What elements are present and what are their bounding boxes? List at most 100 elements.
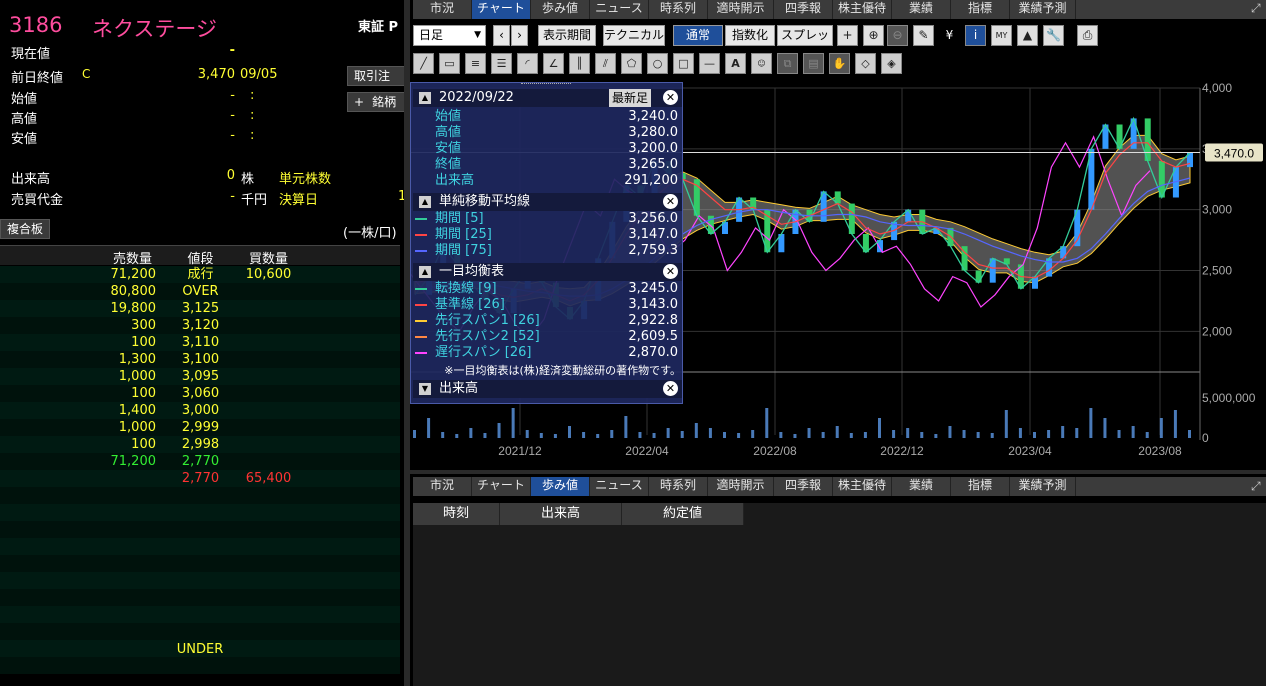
ruler-icon[interactable]: ▭: [439, 53, 460, 74]
channel-icon[interactable]: ☰: [491, 53, 512, 74]
collapse-icon[interactable]: ▲: [419, 196, 431, 208]
close-icon[interactable]: ✕: [663, 90, 678, 105]
order-book: 71,200 成行 10,600 80,800 OVER 19,800 3,125 300 3,…: [0, 266, 400, 686]
fan-icon[interactable]: ∠: [543, 53, 564, 74]
board-row[interactable]: 100 2,998: [0, 436, 400, 453]
expand-icon[interactable]: ▼: [419, 383, 431, 395]
latest-bar-button[interactable]: 最新足: [609, 89, 652, 107]
close-icon[interactable]: ✕: [663, 194, 678, 209]
tab-3[interactable]: ニュース: [590, 0, 649, 19]
tab-10[interactable]: 業績予測: [1010, 0, 1076, 19]
prev-arrow-icon[interactable]: ‹: [493, 25, 510, 46]
wrench-icon[interactable]: 🔧: [1043, 25, 1064, 46]
tab-0[interactable]: 市況: [413, 0, 472, 19]
board-row[interactable]: 1,000 2,999: [0, 419, 400, 436]
board-row[interactable]: 100 3,060: [0, 385, 400, 402]
tab-4[interactable]: 時系列: [649, 477, 708, 496]
board-row[interactable]: 71,200 2,770: [0, 453, 400, 470]
my-chart-icon[interactable]: MY: [991, 25, 1012, 46]
prev-close-label: 前日終値: [11, 71, 64, 86]
info-icon[interactable]: i: [965, 25, 986, 46]
tab-9[interactable]: 指標: [951, 0, 1010, 19]
hlines-icon[interactable]: ≡: [465, 53, 486, 74]
arc-icon[interactable]: ◜: [517, 53, 538, 74]
order-button[interactable]: 取引注: [347, 66, 408, 86]
board-row[interactable]: 1,400 3,000: [0, 402, 400, 419]
tab-2[interactable]: 歩み値: [531, 477, 590, 496]
tab-3[interactable]: ニュース: [590, 477, 649, 496]
index-button[interactable]: 指数化: [725, 25, 775, 46]
rectangle-icon[interactable]: □: [673, 53, 694, 74]
board-row[interactable]: 80,800 OVER: [0, 283, 400, 300]
tab-5[interactable]: 適時開示: [708, 477, 774, 496]
circle-icon[interactable]: ○: [647, 53, 668, 74]
tab-8[interactable]: 業績: [892, 477, 951, 496]
board-row[interactable]: 1,000 3,095: [0, 368, 400, 385]
tab-5[interactable]: 適時開示: [708, 0, 774, 19]
eraser-icon[interactable]: ◇: [855, 53, 876, 74]
board-row[interactable]: 100 3,110: [0, 334, 400, 351]
sell-qty: 1,000: [118, 420, 156, 435]
mountain-chart-icon[interactable]: ▲: [1017, 25, 1038, 46]
tab-10[interactable]: 業績予測: [1010, 477, 1076, 496]
expand-icon-top[interactable]: ⤢: [1251, 1, 1265, 16]
hline-icon[interactable]: —: [699, 53, 720, 74]
composite-board-tab[interactable]: 複合板: [0, 219, 50, 239]
vlines-icon[interactable]: ║: [569, 53, 590, 74]
layers-icon[interactable]: ▤: [803, 53, 824, 74]
popup-key: 期間 [75]: [435, 243, 492, 258]
add-stock-button[interactable]: + 銘柄: [347, 92, 408, 112]
drag-handle[interactable]: [521, 83, 571, 87]
technical-button[interactable]: テクニカル: [603, 25, 665, 46]
board-row[interactable]: 19,800 3,125: [0, 300, 400, 317]
board-row: [0, 657, 400, 674]
crosshair-icon[interactable]: +: [837, 25, 858, 46]
tab-0[interactable]: 市況: [413, 477, 472, 496]
tab-2[interactable]: 歩み値: [531, 0, 590, 19]
yen-icon[interactable]: ¥: [939, 25, 960, 46]
text-icon[interactable]: A: [725, 53, 746, 74]
horizontal-splitter[interactable]: [410, 470, 1266, 474]
trendline-icon[interactable]: ╱: [413, 53, 434, 74]
board-row[interactable]: 1,300 3,100: [0, 351, 400, 368]
volume-bar: [878, 418, 881, 438]
tab-1[interactable]: チャート: [472, 477, 531, 496]
copy-icon[interactable]: ⧉: [777, 53, 798, 74]
tab-6[interactable]: 四季報: [774, 477, 833, 496]
x-tick-label: 2022/12: [880, 444, 924, 458]
zoom-in-icon[interactable]: ⊕: [863, 25, 884, 46]
tab-8[interactable]: 業績: [892, 0, 951, 19]
spread-button[interactable]: スプレッド: [777, 25, 833, 61]
polygon-icon[interactable]: ⬠: [621, 53, 642, 74]
tab-7[interactable]: 株主優待: [833, 0, 892, 19]
next-arrow-icon[interactable]: ›: [511, 25, 528, 46]
hand-icon[interactable]: ✋: [829, 53, 850, 74]
tab-4[interactable]: 時系列: [649, 0, 708, 19]
tab-6[interactable]: 四季報: [774, 0, 833, 19]
volume-label: 出来高: [11, 172, 51, 187]
zoom-out-icon[interactable]: ⊖: [887, 25, 908, 46]
normal-button[interactable]: 通常: [673, 25, 723, 46]
display-period-button[interactable]: 表示期間: [538, 25, 596, 46]
tab-7[interactable]: 株主優待: [833, 477, 892, 496]
volume-header[interactable]: 出来高: [500, 503, 622, 525]
volume-bar: [1033, 432, 1036, 438]
close-icon[interactable]: ✕: [663, 381, 678, 396]
collapse-icon[interactable]: ▲: [419, 266, 431, 278]
tab-9[interactable]: 指標: [951, 477, 1010, 496]
print-icon[interactable]: ⎙: [1077, 25, 1098, 46]
eraser-all-icon[interactable]: ◈: [881, 53, 902, 74]
period-select[interactable]: 日足 ▼: [413, 25, 486, 46]
time-header[interactable]: 時刻: [413, 503, 500, 525]
expand-icon-bottom[interactable]: ⤢: [1251, 479, 1265, 494]
tab-1[interactable]: チャート: [472, 0, 531, 19]
collapse-icon[interactable]: ▲: [419, 92, 431, 104]
price-header[interactable]: 約定値: [622, 503, 744, 525]
stamp-icon[interactable]: ☺: [751, 53, 772, 74]
board-row[interactable]: 71,200 成行 10,600: [0, 266, 400, 283]
board-row[interactable]: 300 3,120: [0, 317, 400, 334]
gann-icon[interactable]: ⫽: [595, 53, 616, 74]
pen-icon[interactable]: ✎: [913, 25, 934, 46]
board-row[interactable]: 2,770 65,400: [0, 470, 400, 487]
close-icon[interactable]: ✕: [663, 264, 678, 279]
